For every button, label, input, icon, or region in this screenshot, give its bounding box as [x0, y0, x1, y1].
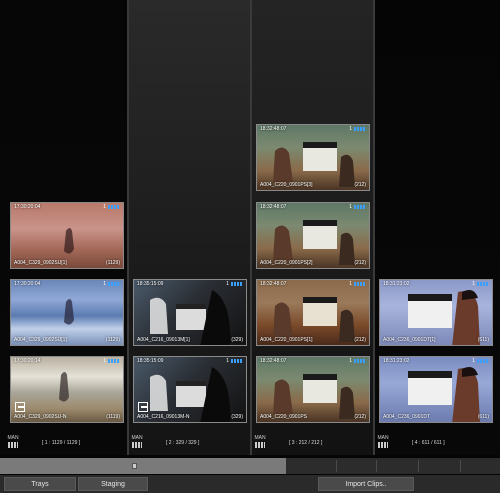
clip-thumbnail[interactable]: 18:32:48:07 1 A004_C220_0901PS[3] (212)	[256, 124, 370, 191]
audio-bars-icon	[477, 358, 489, 363]
clip-timecode: 18:31:23:02	[383, 281, 410, 287]
manual-mode-icon[interactable]: MAN	[6, 435, 20, 451]
clip-timecode: 18:31:23:02	[383, 358, 410, 364]
clip-name: A004_C216_09013M-N	[137, 414, 190, 420]
clip-thumbnail[interactable]: 18:31:23:02 1 A004_C236_0901DT (611)	[379, 356, 493, 423]
clip-count: (212)	[354, 260, 366, 266]
clip-image	[11, 280, 123, 345]
timeline-dark-region	[286, 458, 500, 474]
audio-bars-icon	[231, 281, 243, 286]
clip-channel: 1	[103, 358, 120, 364]
audio-bars-icon	[477, 281, 489, 286]
clip-name: A004_C236_0901DT[1]	[383, 337, 436, 343]
clip-timecode: 17:30:20:04	[14, 281, 41, 287]
clip-thumbnail[interactable]: 17:30:20:14 1 A004_C329_0902SU-N (1119)	[10, 356, 124, 423]
clip-name: A004_C236_0901DT	[383, 414, 430, 420]
clip-count: (212)	[354, 414, 366, 420]
clip-count: (1119)	[106, 414, 120, 420]
clip-timecode: 18:32:48:07	[260, 358, 287, 364]
clip-count: (212)	[354, 182, 366, 188]
column-footer: MAN [ 2 : 329 / 329 ]	[124, 432, 252, 454]
clip-image	[380, 280, 492, 345]
audio-bars-icon	[354, 281, 366, 286]
clip-thumbnail[interactable]: 18:32:48:07 1 A004_C220_0901PS (212)	[256, 356, 370, 423]
audio-bars-icon	[231, 358, 243, 363]
audio-bars-icon	[108, 358, 120, 363]
clip-name: A004_C220_0901PS[3]	[260, 182, 313, 188]
timeline-scroll-strip[interactable]	[0, 458, 500, 474]
clip-thumbnail[interactable]: 18:35:15:09 1 A004_C216_09013M[1] (329)	[133, 279, 247, 346]
column-count: [ 3 : 212 / 212 ]	[289, 440, 323, 446]
audio-bars-icon	[354, 204, 366, 209]
export-mark-icon	[138, 402, 148, 412]
column-footer: MAN [ 3 : 212 / 212 ]	[247, 432, 375, 454]
clip-count: (1129)	[105, 260, 120, 266]
audio-bars-icon	[108, 281, 120, 286]
manual-mode-icon[interactable]: MAN	[130, 435, 144, 451]
clip-channel: 1	[226, 281, 243, 287]
clip-timecode: 18:35:15:09	[137, 358, 164, 364]
clip-channel: 1	[349, 358, 366, 364]
clip-name: A004_C329_0902SU[1]	[14, 337, 67, 343]
clip-count: (611)	[477, 337, 489, 343]
clip-image	[134, 280, 246, 345]
clip-name: A004_C220_0901PS	[260, 414, 307, 420]
clip-channel: 1	[472, 281, 489, 287]
clip-timecode: 17:30:20:04	[14, 204, 41, 210]
clip-channel: 1	[103, 204, 120, 210]
staging-button[interactable]: Staging	[78, 477, 148, 491]
clip-name: A004_C329_0902SU[1]	[14, 260, 67, 266]
clip-count: (329)	[231, 337, 243, 343]
audio-bars-icon	[354, 358, 366, 363]
clip-count: (611)	[477, 414, 489, 420]
clip-thumbnail[interactable]: 18:31:23:02 1 A004_C236_0901DT[1] (611)	[379, 279, 493, 346]
column-count: [ 4 : 611 / 611 ]	[412, 440, 445, 446]
bottom-toolbar: Trays Staging Import Clips..	[0, 475, 500, 493]
clip-thumbnail[interactable]: 18:35:15:09 1 A004_C216_09013M-N (329)	[133, 356, 247, 423]
export-mark-icon	[15, 402, 25, 412]
audio-bars-icon	[108, 204, 120, 209]
clip-thumbnail[interactable]: 18:32:48:07 1 A004_C220_0901PS[2] (212)	[256, 202, 370, 269]
clip-name: A004_C220_0901PS[1]	[260, 337, 313, 343]
clip-channel: 1	[349, 281, 366, 287]
manual-mode-icon[interactable]: MAN	[253, 435, 267, 451]
timeline-handle[interactable]	[132, 463, 137, 469]
clip-channel: 1	[103, 281, 120, 287]
clip-thumbnail[interactable]: 17:30:20:04 1 A004_C329_0902SU[1] (1129)	[10, 279, 124, 346]
clip-channel: 1	[472, 358, 489, 364]
clip-channel: 1	[349, 126, 366, 132]
clip-timecode: 18:35:15:09	[137, 281, 164, 287]
audio-bars-icon	[354, 126, 366, 131]
clip-image	[257, 125, 369, 190]
clip-thumbnail[interactable]: 18:32:48:07 1 A004_C220_0901PS[1] (212)	[256, 279, 370, 346]
clip-board: 17:30:20:04 1 A004_C329_0902SU[1] (1129)…	[0, 0, 500, 455]
clip-timecode: 18:32:48:07	[260, 126, 287, 132]
clip-name: A004_C216_09013M[1]	[137, 337, 190, 343]
clip-timecode: 18:32:48:07	[260, 204, 287, 210]
trays-button[interactable]: Trays	[4, 477, 76, 491]
clip-image	[11, 357, 123, 422]
clip-count: (329)	[231, 414, 243, 420]
import-clips-button[interactable]: Import Clips..	[318, 477, 414, 491]
clip-name: A004_C329_0902SU-N	[14, 414, 67, 420]
clip-timecode: 18:32:48:07	[260, 281, 287, 287]
clip-image	[380, 357, 492, 422]
clip-count: (212)	[354, 337, 366, 343]
clip-image	[11, 203, 123, 268]
clip-thumbnail[interactable]: 17:30:20:04 1 A004_C329_0902SU[1] (1129)	[10, 202, 124, 269]
column-count: [ 2 : 329 / 329 ]	[166, 440, 200, 446]
column-footer: MAN [ 4 : 611 / 611 ]	[370, 432, 498, 454]
clip-channel: 1	[349, 204, 366, 210]
clip-image	[257, 203, 369, 268]
clip-image	[257, 280, 369, 345]
clip-timecode: 17:30:20:14	[14, 358, 41, 364]
clip-count: (1129)	[105, 337, 120, 343]
column-count: [ 1 : 1129 / 1129 ]	[42, 440, 81, 446]
clip-image	[134, 357, 246, 422]
clip-channel: 1	[226, 358, 243, 364]
clip-image	[257, 357, 369, 422]
column-footer: MAN [ 1 : 1129 / 1129 ]	[0, 432, 128, 454]
manual-mode-icon[interactable]: MAN	[376, 435, 390, 451]
clip-name: A004_C220_0901PS[2]	[260, 260, 313, 266]
